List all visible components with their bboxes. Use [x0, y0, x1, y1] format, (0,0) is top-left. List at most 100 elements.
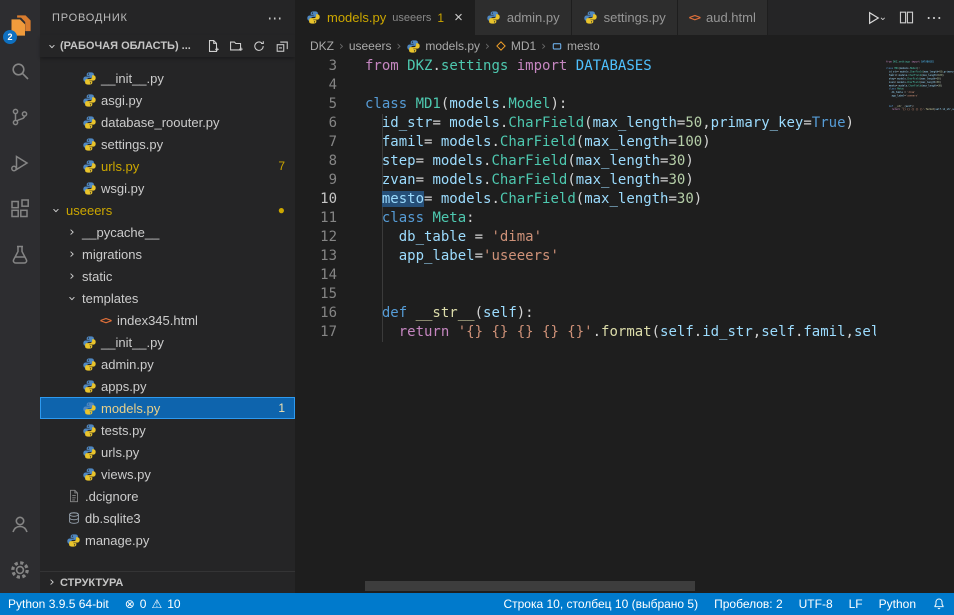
line-number[interactable]: 17 — [295, 323, 337, 342]
run-python-file-button[interactable]: ⌄ — [864, 9, 887, 27]
chevron-right-icon: › — [64, 247, 80, 262]
line-number[interactable]: 9 — [295, 171, 337, 190]
line-number[interactable]: 14 — [295, 266, 337, 285]
tree-item--init-py[interactable]: __init__.py — [40, 67, 295, 89]
line-number[interactable]: 10 — [295, 190, 337, 209]
tree-item-tests-py[interactable]: tests.py — [40, 419, 295, 441]
tree-item-admin-py[interactable]: admin.py — [40, 353, 295, 375]
refresh-icon[interactable] — [252, 39, 266, 53]
activity-extensions-button[interactable] — [0, 186, 40, 232]
code-line-13[interactable]: 13 app_label='useeers' — [295, 247, 876, 266]
line-content: from DKZ.settings import DATABASES — [365, 57, 652, 76]
code-line-3[interactable]: 3 from DKZ.settings import DATABASES — [295, 57, 876, 76]
tree-item-settings-py[interactable]: settings.py — [40, 133, 295, 155]
collapse-all-icon[interactable] — [275, 39, 289, 53]
horizontal-scrollbar[interactable] — [365, 581, 695, 591]
line-number[interactable]: 5 — [295, 95, 337, 114]
activity-explorer-button[interactable]: 2 — [0, 2, 40, 48]
new-file-icon[interactable] — [206, 39, 220, 53]
activity-run-debug-button[interactable] — [0, 140, 40, 186]
symbol-class-icon — [495, 40, 507, 52]
line-number[interactable]: 7 — [295, 133, 337, 152]
code-line-16[interactable]: 16 def __str__(self): — [295, 304, 876, 323]
breadcrumb-md1[interactable]: MD1 — [495, 39, 536, 53]
language-mode-status[interactable]: Python — [871, 593, 924, 615]
tree-item--init-py[interactable]: __init__.py — [40, 331, 295, 353]
split-editor-button[interactable] — [898, 9, 915, 26]
sidebar-more-icon[interactable]: ⋯ — [267, 9, 283, 27]
tab-settings-py[interactable]: settings.py — [572, 0, 678, 35]
code-line-10[interactable]: 10 mesto= models.CharField(max_length=30… — [295, 190, 876, 209]
code-line-17[interactable]: 17 return '{} {} {} {} {}'.format(self.i… — [295, 323, 876, 342]
workspace-section-header[interactable]: › (РАБОЧАЯ ОБЛАСТЬ) ... — [40, 35, 295, 57]
tree-item-index345-html[interactable]: <>index345.html — [40, 309, 295, 331]
breadcrumb-mesto[interactable]: mesto — [551, 39, 600, 53]
tree-item--dcignore[interactable]: .dcignore — [40, 485, 295, 507]
activity-accounts-button[interactable] — [0, 501, 40, 547]
breadcrumb-useeers[interactable]: useeers — [349, 39, 392, 53]
tree-item-database-roouter-py[interactable]: database_roouter.py — [40, 111, 295, 133]
tree-item-models-py[interactable]: models.py1 — [40, 397, 295, 419]
eol-status[interactable]: LF — [841, 593, 871, 615]
activity-settings-button[interactable] — [0, 547, 40, 593]
line-number[interactable]: 6 — [295, 114, 337, 133]
html-file-icon: <> — [96, 314, 115, 327]
activity-source-control-button[interactable] — [0, 94, 40, 140]
tab-models-py[interactable]: models.pyuseeers1× — [295, 0, 475, 35]
problems-status[interactable]: ⊗ 0 ⚠ 10 — [117, 593, 189, 615]
line-number[interactable]: 3 — [295, 57, 337, 76]
tree-item-wsgi-py[interactable]: wsgi.py — [40, 177, 295, 199]
search-icon — [8, 59, 32, 83]
tree-item-views-py[interactable]: views.py — [40, 463, 295, 485]
line-number[interactable]: 13 — [295, 247, 337, 266]
line-number[interactable]: 12 — [295, 228, 337, 247]
line-number[interactable]: 11 — [295, 209, 337, 228]
minimap[interactable]: from DKZ.settings import DATABASESclass … — [882, 57, 954, 593]
activity-search-button[interactable] — [0, 48, 40, 94]
code-line-15[interactable]: 15 — [295, 285, 876, 304]
breadcrumb-dkz[interactable]: DKZ — [310, 39, 334, 53]
code-line-8[interactable]: 8 step= models.CharField(max_length=30) — [295, 152, 876, 171]
new-folder-icon[interactable] — [229, 39, 243, 53]
activity-testing-button[interactable] — [0, 232, 40, 278]
encoding-status[interactable]: UTF-8 — [791, 593, 841, 615]
tree-item-urls-py[interactable]: urls.py — [40, 441, 295, 463]
line-number[interactable]: 4 — [295, 76, 337, 95]
outline-section-header[interactable]: › СТРУКТУРА — [40, 571, 295, 593]
code-line-14[interactable]: 14 — [295, 266, 876, 285]
code-line-9[interactable]: 9 zvan= models.CharField(max_length=30) — [295, 171, 876, 190]
tree-item-static[interactable]: ›static — [40, 265, 295, 287]
line-number[interactable]: 8 — [295, 152, 337, 171]
code-line-6[interactable]: 6 id_str= models.CharField(max_length=50… — [295, 114, 876, 133]
line-number[interactable]: 16 — [295, 304, 337, 323]
code-line-4[interactable]: 4 — [295, 76, 876, 95]
line-number[interactable]: 15 — [295, 285, 337, 304]
code-editor[interactable]: 3 from DKZ.settings import DATABASES 45cla… — [295, 57, 954, 593]
tree-item--pycache-[interactable]: ›__pycache__ — [40, 221, 295, 243]
tab-admin-py[interactable]: admin.py — [475, 0, 572, 35]
tree-item-migrations[interactable]: ›migrations — [40, 243, 295, 265]
tree-item-db-sqlite3[interactable]: db.sqlite3 — [40, 507, 295, 529]
tree-item-templates[interactable]: ›templates — [40, 287, 295, 309]
cursor-position-status[interactable]: Строка 10, столбец 10 (выбрано 5) — [495, 593, 706, 615]
code-line-7[interactable]: 7 famil= models.CharField(max_length=100… — [295, 133, 876, 152]
indentation-status[interactable]: Пробелов: 2 — [706, 593, 791, 615]
tab-aud-html[interactable]: <>aud.html — [678, 0, 768, 35]
code-line-11[interactable]: 11 class Meta: — [295, 209, 876, 228]
file-label: __init__.py — [101, 335, 164, 350]
more-actions-button[interactable]: ⋯ — [926, 8, 942, 28]
breadcrumb-models-py[interactable]: models.py — [406, 39, 480, 54]
tree-item-urls-py[interactable]: urls.py7 — [40, 155, 295, 177]
chevron-down-icon: › — [64, 291, 80, 306]
tree-item-useeers[interactable]: ›useeers● — [40, 199, 295, 221]
tree-item-asgi-py[interactable]: asgi.py — [40, 89, 295, 111]
tree-item-apps-py[interactable]: apps.py — [40, 375, 295, 397]
close-icon[interactable]: × — [454, 10, 463, 25]
code-line-12[interactable]: 12 db_table = 'dima' — [295, 228, 876, 247]
breadcrumb-separator: › — [339, 39, 344, 53]
tree-item-manage-py[interactable]: manage.py — [40, 529, 295, 551]
python-interpreter-status[interactable]: Python 3.9.5 64-bit — [0, 593, 117, 615]
activity-bar-spacer — [0, 278, 40, 501]
code-line-5[interactable]: 5class MD1(models.Model): — [295, 95, 876, 114]
notifications-bell[interactable] — [924, 593, 954, 615]
